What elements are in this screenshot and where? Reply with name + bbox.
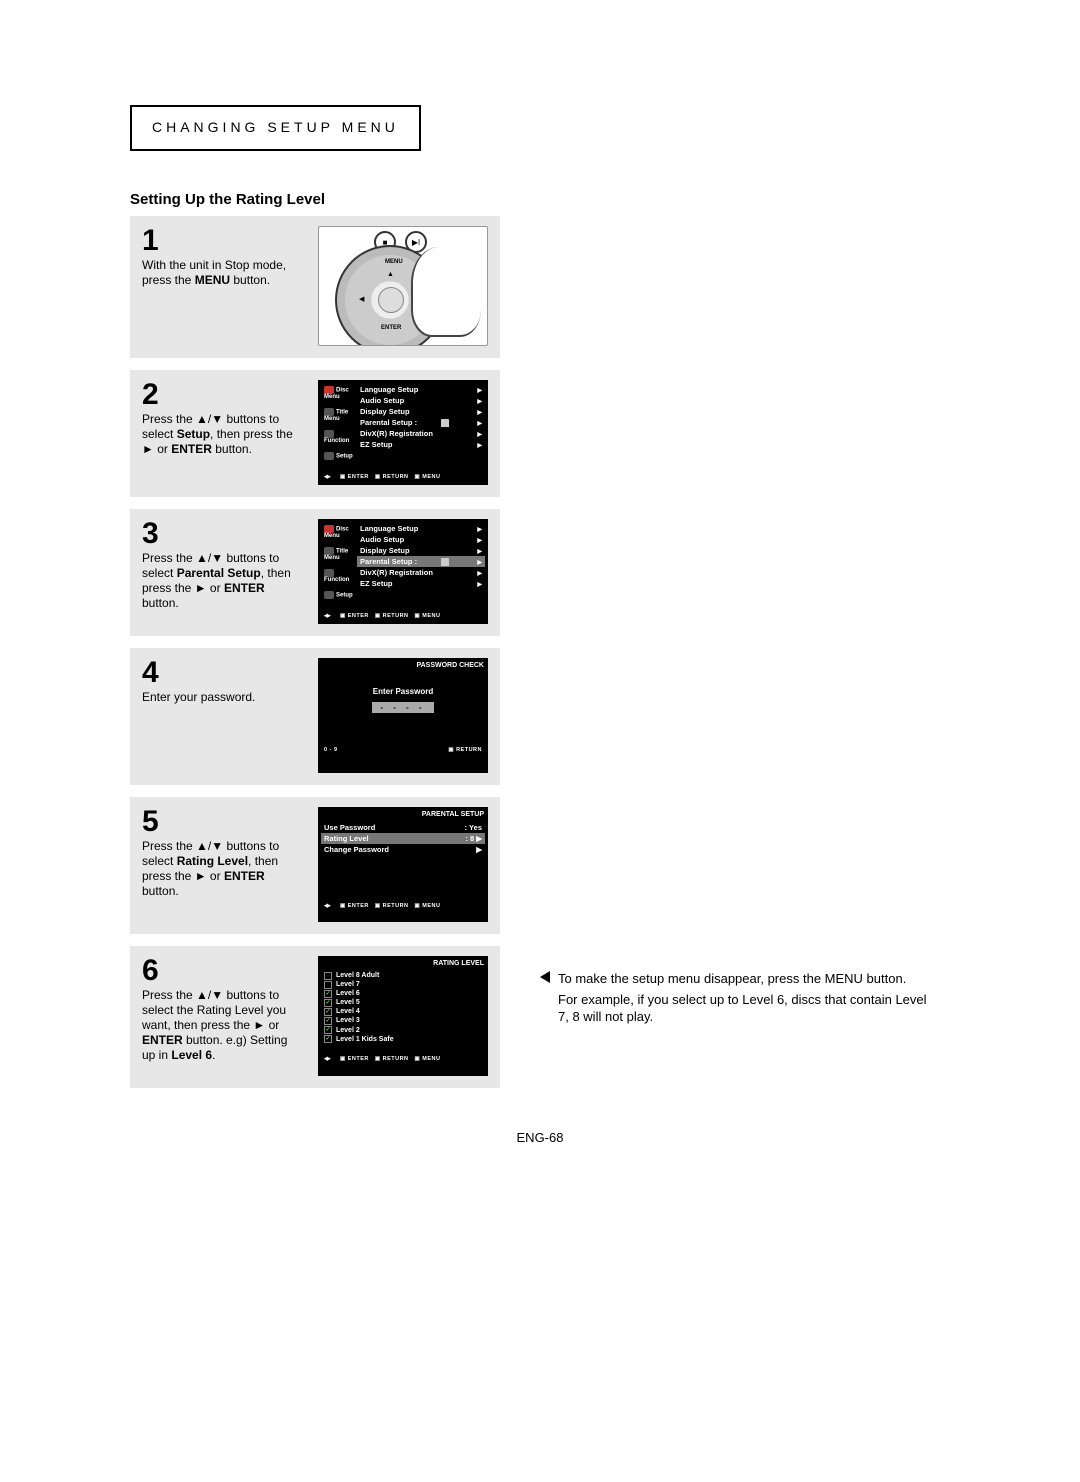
step-text: Enter your password. xyxy=(142,690,300,705)
menu-label: MENU xyxy=(385,259,403,265)
osd-sidebar: Disc MenuTitle MenuFunctionSetup xyxy=(324,523,356,607)
step-number: 4 xyxy=(142,658,300,688)
osd-rating-level: RATING LEVEL Level 8 AdultLevel 7Level 6… xyxy=(318,956,488,1076)
chapter-heading-box: CHANGING SETUP MENU xyxy=(130,105,421,151)
osd-setup-menu-parental-hl: Disc MenuTitle MenuFunctionSetup Languag… xyxy=(318,519,488,624)
osd-setup-menu: Disc MenuTitle MenuFunctionSetup Languag… xyxy=(318,380,488,485)
step-6: 6 Press the ▲/▼ buttons to select the Ra… xyxy=(130,946,500,1088)
step-4: 4 Enter your password. PASSWORD CHECK En… xyxy=(130,648,500,785)
note-line-2: For example, if you select up to Level 6… xyxy=(558,992,930,1026)
step-number: 5 xyxy=(142,807,300,837)
step-text: Press the ▲/▼ buttons to select Setup, t… xyxy=(142,412,300,457)
page-number: ENG-68 xyxy=(130,1130,950,1145)
note-line-1: To make the setup menu disappear, press … xyxy=(558,971,930,988)
osd-footer: ▣ ENTER▣ RETURN▣ MENU xyxy=(324,468,482,480)
step-3: 3 Press the ▲/▼ buttons to select Parent… xyxy=(130,509,500,636)
osd-footer-left: 0 - 9 xyxy=(324,747,338,753)
step-text: With the unit in Stop mode, press the ME… xyxy=(142,258,300,288)
rating-level-list: Level 8 AdultLevel 7Level 6Level 5Level … xyxy=(324,971,482,1044)
osd-footer-right: ▣ RETURN xyxy=(448,747,482,753)
step-1: 1 With the unit in Stop mode, press the … xyxy=(130,216,500,358)
dpad-left-icon: ◀ xyxy=(359,295,364,303)
step-2: 2 Press the ▲/▼ buttons to select Setup,… xyxy=(130,370,500,497)
step-number: 2 xyxy=(142,380,300,410)
osd-main-list: Language SetupAudio SetupDisplay SetupPa… xyxy=(360,384,482,450)
chapter-title: CHANGING SETUP MENU xyxy=(152,119,399,135)
password-prompt: Enter Password xyxy=(324,687,482,696)
hand-illustration xyxy=(411,247,481,337)
step-5: 5 Press the ▲/▼ buttons to select Rating… xyxy=(130,797,500,934)
osd-sidebar: Disc MenuTitle MenuFunctionSetup xyxy=(324,384,356,468)
osd-password-check: PASSWORD CHECK Enter Password - - - - 0 … xyxy=(318,658,488,773)
step-number: 1 xyxy=(142,226,300,256)
step-text: Press the ▲/▼ buttons to select the Rati… xyxy=(142,988,300,1063)
password-field: - - - - xyxy=(372,702,433,713)
osd-parental-setup: PARENTAL SETUP Use Password: YesRating L… xyxy=(318,807,488,922)
step-number: 3 xyxy=(142,519,300,549)
osd-footer: ▣ ENTER▣ RETURN▣ MENU xyxy=(324,897,482,909)
section-title: Setting Up the Rating Level xyxy=(130,191,950,208)
enter-label: ENTER xyxy=(381,325,401,331)
step-number: 6 xyxy=(142,956,300,986)
osd-title: RATING LEVEL xyxy=(324,960,484,967)
dpad-up-icon: ▲ xyxy=(387,271,394,278)
dpad-center xyxy=(378,287,404,313)
step-text: Press the ▲/▼ buttons to select Rating L… xyxy=(142,839,300,899)
notes-column: To make the setup menu disappear, press … xyxy=(540,216,930,1100)
remote-control-illustration: ■ ▶ǀ ǀ◀◀ MENU ▲ ◀ ENTER xyxy=(318,226,488,346)
note-bullet-icon xyxy=(540,971,550,983)
step-text: Press the ▲/▼ buttons to select Parental… xyxy=(142,551,300,611)
osd-footer: ▣ ENTER▣ RETURN▣ MENU xyxy=(324,1050,482,1062)
osd-footer: ▣ ENTER▣ RETURN▣ MENU xyxy=(324,607,482,619)
osd-title: PASSWORD CHECK xyxy=(324,662,484,669)
osd-main-list: Language SetupAudio SetupDisplay SetupPa… xyxy=(360,523,482,589)
osd-parental-list: Use Password: YesRating Level: 8 ▶Change… xyxy=(324,822,482,855)
osd-title: PARENTAL SETUP xyxy=(324,811,484,818)
